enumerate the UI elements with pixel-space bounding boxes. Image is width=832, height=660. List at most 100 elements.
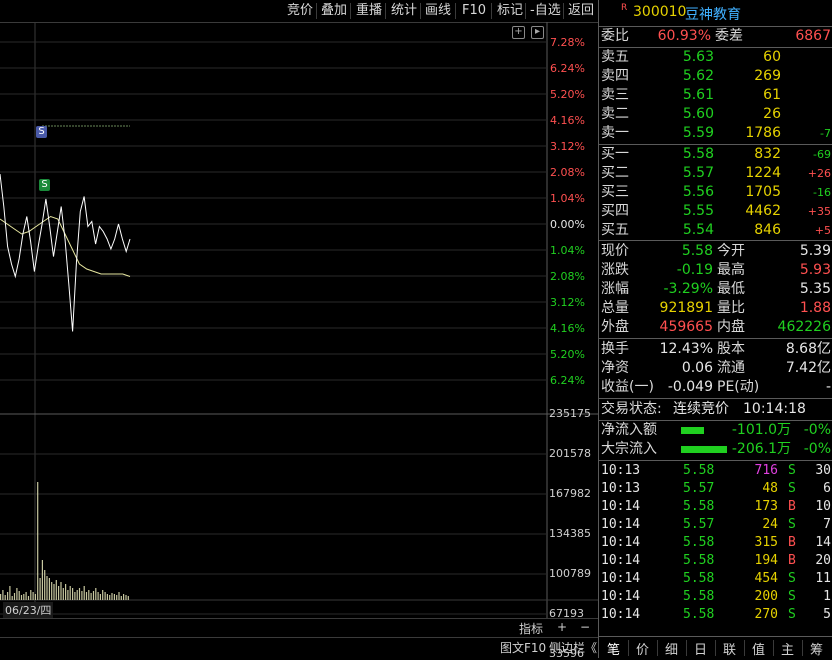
tick-volume: 716 — [754, 463, 778, 478]
tick-row[interactable]: 10:14 5.58 194 B 20 — [599, 552, 832, 570]
tick-row[interactable]: 10:13 5.58 716 S 30 — [599, 462, 832, 480]
panel-tab[interactable]: 笔 — [607, 639, 620, 658]
volume-bar — [25, 592, 27, 600]
sell-level-row[interactable]: 卖三 5.61 61 — [601, 86, 831, 105]
tick-row[interactable]: 10:13 5.57 48 S 6 — [599, 480, 832, 498]
level-volume: 4462 — [745, 203, 781, 219]
intraday-chart[interactable]: + ▸ S S 7.28% 6.24% 5.20% 4.16% 3.12% 2.08% 1.… — [0, 22, 598, 660]
tick-side: S — [788, 517, 796, 532]
level-change: -16 — [813, 186, 831, 199]
volume-bar — [34, 594, 36, 600]
level-label: 卖五 — [601, 49, 629, 65]
buy-level-row[interactable]: 买五 5.54 846 +5 — [601, 221, 831, 240]
tick-row[interactable]: 10:14 5.58 454 S 11 — [599, 570, 832, 588]
tick-count: 30 — [815, 463, 831, 478]
toolbar-draw-button[interactable]: 画线 — [425, 2, 451, 20]
volume-bar — [78, 588, 81, 600]
volume-bar — [2, 590, 4, 600]
toolbar-f10-button[interactable]: F10 — [462, 2, 486, 20]
panel-tab[interactable]: 主 — [781, 639, 794, 658]
volume-bar — [118, 592, 120, 600]
sell-marker-icon[interactable]: S — [39, 179, 50, 191]
tick-row[interactable]: 10:14 5.57 24 S 7 — [599, 516, 832, 534]
zoom-out-button[interactable]: − — [580, 620, 590, 634]
panel-tab[interactable]: 值 — [752, 639, 765, 658]
buy-level-row[interactable]: 买四 5.55 4462 +35 — [601, 202, 831, 221]
level-label: 卖二 — [601, 106, 629, 122]
fundamental-value: - — [825, 379, 831, 395]
level-label: 买一 — [601, 146, 629, 162]
level-price: 5.59 — [682, 125, 714, 141]
buy-level-row[interactable]: 买二 5.57 1224 +26 — [601, 164, 831, 183]
volume-bar — [88, 590, 90, 600]
tick-time: 10:14 — [601, 571, 641, 586]
quote-label: 涨幅 — [601, 281, 629, 297]
fundamental-label: 股本 — [717, 341, 745, 357]
toolbar-stats-button[interactable]: 统计 — [391, 2, 417, 20]
volume-bar — [67, 590, 69, 600]
indicator-button[interactable]: 指标 — [519, 620, 543, 637]
chart-canvas — [0, 22, 598, 618]
tick-price: 5.58 — [683, 589, 715, 604]
fundamental-value: 8.68亿 — [785, 341, 831, 357]
quote-value: 921891 — [659, 300, 713, 316]
sell-level-row[interactable]: 卖二 5.60 26 — [601, 105, 831, 124]
volume-bar — [7, 592, 9, 600]
level-price: 5.60 — [682, 106, 714, 122]
zoom-in-button[interactable]: + — [557, 620, 567, 634]
collapse-icon[interactable]: ▸ — [531, 26, 544, 39]
fund-flow-bar — [681, 427, 704, 434]
toolbar-overlay-button[interactable]: 叠加 — [321, 2, 347, 20]
panel-tab[interactable]: 筹 — [810, 639, 823, 658]
level-volume: 61 — [763, 87, 781, 103]
tick-price: 5.58 — [683, 607, 715, 622]
toolbar-auction-button[interactable]: 竞价 — [287, 2, 313, 20]
volume-bar — [102, 590, 104, 600]
level-label: 买五 — [601, 222, 629, 238]
volume-bar — [30, 590, 32, 600]
f10-text-button[interactable]: 图文F10 — [500, 639, 546, 656]
volume-bar — [92, 591, 95, 600]
tick-row[interactable]: 10:14 5.58 173 B 10 — [599, 498, 832, 516]
quote-row: 外盘 459665 内盘 462226 — [601, 318, 831, 337]
quote-value: -3.29% — [663, 281, 713, 297]
tick-row[interactable]: 10:14 5.58 315 B 14 — [599, 534, 832, 552]
trade-status-value: 连续竞价 — [673, 401, 729, 417]
tick-time: 10:14 — [601, 535, 641, 550]
price-pct-label: 3.12% — [550, 140, 585, 153]
fundamental-label: PE(动) — [717, 379, 760, 395]
sell-level-row[interactable]: 卖五 5.63 60 — [601, 48, 831, 67]
toolbar-mark-button[interactable]: 标记 — [497, 2, 523, 20]
panel-tab[interactable]: 细 — [665, 639, 678, 658]
fund-flow-row: 大宗流入 -206.1万 -0% — [601, 440, 831, 459]
toolbar-watchlist-button[interactable]: -自选 — [530, 2, 561, 20]
fundamental-row: 净资 0.06 流通 7.42亿 — [601, 359, 831, 378]
panel-tab[interactable]: 价 — [636, 639, 649, 658]
sidebar-toggle-button[interactable]: 侧边栏《 — [549, 639, 597, 656]
volume-bar — [16, 588, 18, 600]
tick-row[interactable]: 10:14 5.58 270 S 5 — [599, 606, 832, 624]
buy-level-row[interactable]: 买一 5.58 832 -69 — [601, 145, 831, 164]
price-pct-label: 4.16% — [550, 322, 585, 335]
quote-label: 现价 — [601, 243, 629, 259]
tick-side: S — [788, 481, 796, 496]
sell-level-row[interactable]: 卖一 5.59 1786 -7 — [601, 124, 831, 143]
toolbar-replay-button[interactable]: 重播 — [356, 2, 382, 20]
zoom-in-icon[interactable]: + — [512, 26, 525, 39]
quote-value: 5.39 — [799, 243, 831, 259]
tick-time: 10:14 — [601, 553, 641, 568]
toolbar-back-button[interactable]: 返回 — [568, 2, 594, 20]
tick-side: S — [788, 463, 796, 478]
level-volume: 26 — [763, 106, 781, 122]
panel-tab[interactable]: 联 — [723, 639, 736, 658]
tick-time: 10:14 — [601, 607, 641, 622]
tick-row[interactable]: 10:14 5.58 200 S 1 — [599, 588, 832, 606]
volume-bar — [11, 596, 13, 600]
sell-level-row[interactable]: 卖四 5.62 269 — [601, 67, 831, 86]
buy-level-row[interactable]: 买三 5.56 1705 -16 — [601, 183, 831, 202]
quote-row: 现价 5.58 今开 5.39 — [601, 242, 831, 261]
price-pct-label: 1.04% — [550, 192, 585, 205]
sell-marker-icon[interactable]: S — [36, 126, 47, 138]
tick-side: S — [788, 571, 796, 586]
panel-tab[interactable]: 日 — [694, 639, 707, 658]
